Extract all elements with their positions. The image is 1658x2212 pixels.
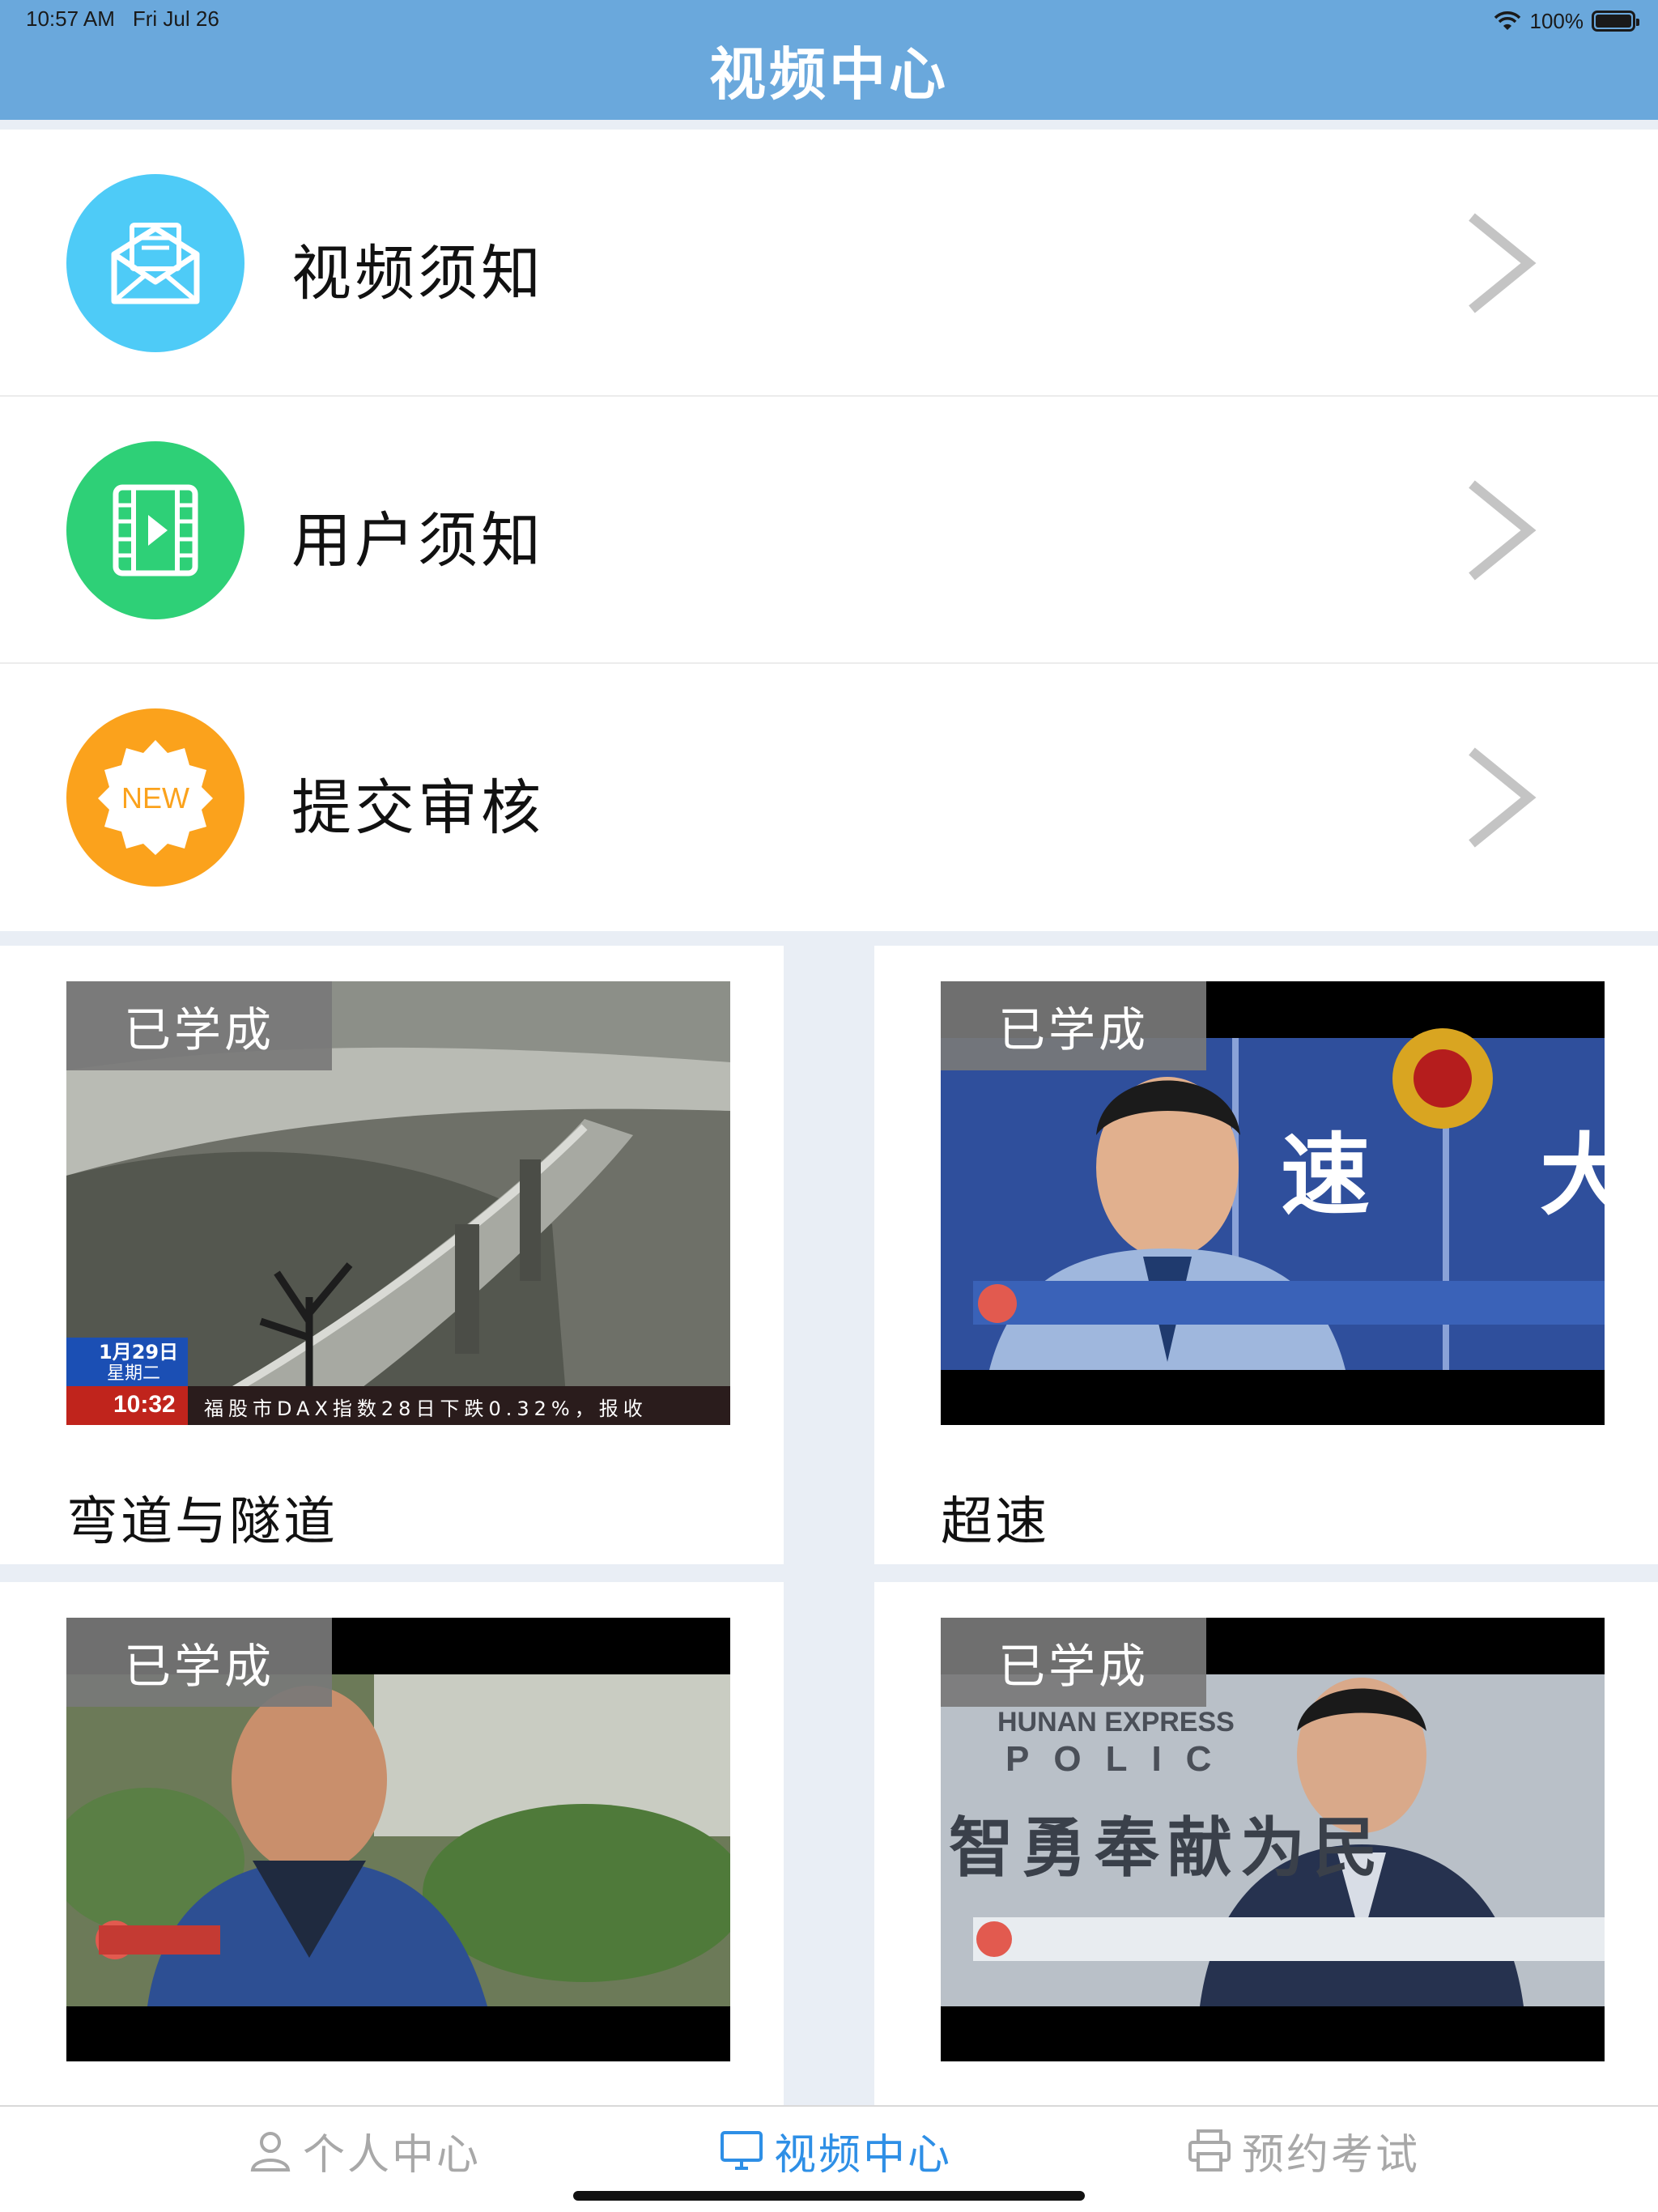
svg-text:NEW: NEW xyxy=(121,781,189,815)
tab-label: 个人中心 xyxy=(303,2130,482,2180)
video-card[interactable]: 已学成 xyxy=(0,1582,784,2105)
tab-label: 预约考试 xyxy=(1242,2130,1421,2180)
completed-badge: 已学成 xyxy=(941,981,1206,1070)
chevron-right-icon xyxy=(1469,213,1537,313)
new-badge-icon: NEW xyxy=(66,708,244,887)
page-title: 视频中心 xyxy=(709,41,949,108)
monitor-icon xyxy=(721,2131,763,2170)
tab-book-exam[interactable]: 预约考试 xyxy=(1187,2125,1420,2180)
video-overlay-time: 10:32 xyxy=(113,1391,176,1418)
video-card[interactable]: 速 大 已学成 超速 xyxy=(874,946,1658,1564)
menu-list: 视频须知 用户须知 NEW 提交审核 xyxy=(0,130,1658,931)
completed-badge: 已学成 xyxy=(941,1618,1206,1707)
video-overlay-wall-text-en: HUNAN EXPRESS xyxy=(997,1707,1235,1738)
menu-item-label: 视频须知 xyxy=(291,239,544,308)
tab-video-center[interactable]: 视频中心 xyxy=(719,2125,952,2180)
completed-badge: 已学成 xyxy=(66,981,332,1070)
video-thumbnail-driver-interview: 已学成 xyxy=(66,1618,730,2061)
video-overlay-wall-text-en: POLIC xyxy=(1005,1739,1236,1779)
video-overlay-weekday: 星期二 xyxy=(107,1363,161,1384)
completed-badge: 已学成 xyxy=(66,1618,332,1707)
tab-personal-center[interactable]: 个人中心 xyxy=(248,2125,481,2180)
video-thumbnail-police-officer: 速 大 已学成 xyxy=(941,981,1605,1425)
video-thumbnail-highway-police: HUNAN EXPRESS POLIC 智勇奉献为民 已学成 xyxy=(941,1618,1605,2061)
menu-item-user-notice[interactable]: 用户须知 xyxy=(0,397,1658,664)
video-overlay-wall-text: 大 xyxy=(1540,1124,1605,1227)
home-indicator[interactable] xyxy=(573,2191,1085,2201)
chevron-right-icon xyxy=(1469,747,1537,848)
envelope-icon xyxy=(66,174,244,352)
video-card[interactable]: 1月29日 星期二 10:32 福股市DAX指数28日下跌0.32%，报收 已学… xyxy=(0,946,784,1564)
menu-item-video-notice[interactable]: 视频须知 xyxy=(0,130,1658,397)
video-title: 弯道与隧道 xyxy=(66,1492,338,1552)
menu-item-submit-review[interactable]: NEW 提交审核 xyxy=(0,664,1658,931)
video-overlay-ticker: 福股市DAX指数28日下跌0.32%，报收 xyxy=(204,1397,648,1420)
video-card[interactable]: HUNAN EXPRESS POLIC 智勇奉献为民 已学成 xyxy=(874,1582,1658,2105)
navigation-bar: 10:57 AM Fri Jul 26 100% 视频中心 xyxy=(0,0,1658,120)
video-title: 超速 xyxy=(941,1492,1049,1552)
menu-item-label: 用户须知 xyxy=(291,506,544,576)
film-play-icon xyxy=(66,441,244,619)
tab-label: 视频中心 xyxy=(774,2130,953,2180)
battery-level xyxy=(1596,15,1631,28)
video-overlay-wall-text-cn: 智勇奉献为民 xyxy=(949,1810,1386,1886)
video-thumbnail-highway-curve: 1月29日 星期二 10:32 福股市DAX指数28日下跌0.32%，报收 已学… xyxy=(66,981,730,1425)
person-icon xyxy=(250,2132,291,2172)
chevron-right-icon xyxy=(1469,480,1537,581)
menu-item-label: 提交审核 xyxy=(291,773,544,843)
video-overlay-wall-text: 速 xyxy=(1281,1124,1370,1227)
printer-icon xyxy=(1188,2129,1231,2172)
